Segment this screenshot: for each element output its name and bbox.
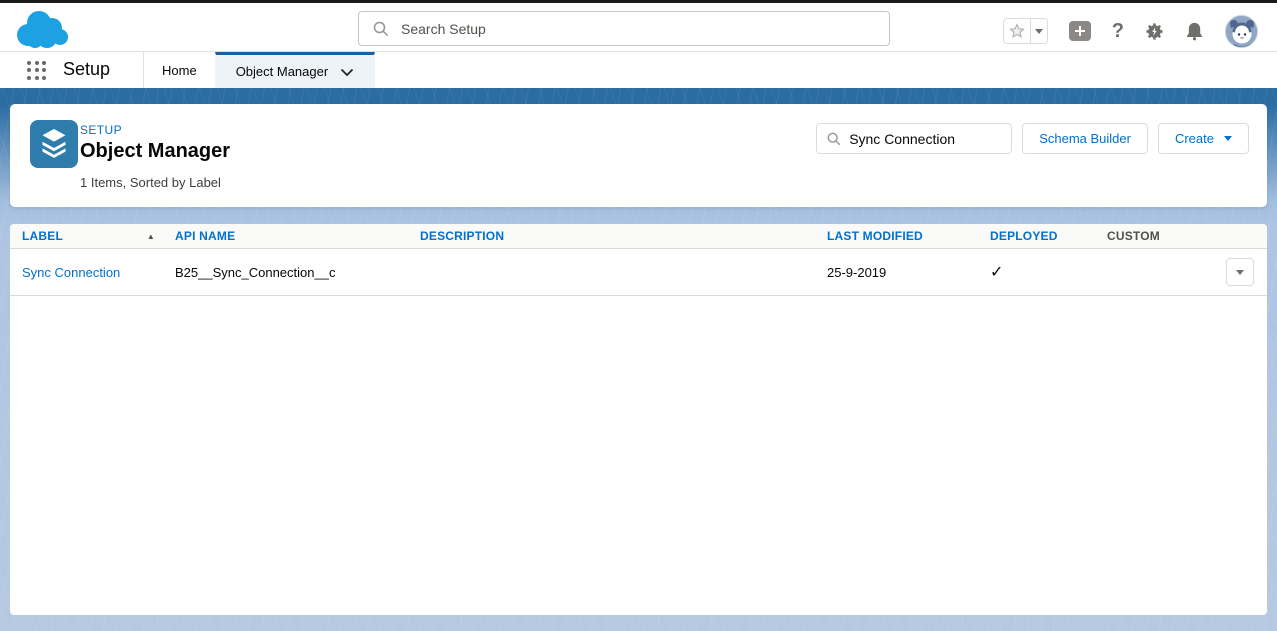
object-manager-icon: [30, 120, 78, 168]
header-actions: ?: [1003, 14, 1258, 48]
cell-deployed: ✓: [978, 262, 1095, 282]
table-row: Sync Connection B25__Sync_Connection__c …: [10, 249, 1267, 296]
table-header-row: LABEL ▲ API NAME DESCRIPTION LAST MODIFI…: [10, 224, 1267, 249]
search-icon: [373, 21, 389, 37]
setup-nav-bar: Setup Home Object Manager: [0, 52, 1277, 88]
layers-stack-icon: [30, 120, 78, 168]
chevron-down-icon: [1236, 270, 1244, 275]
app-name-label: Setup: [63, 52, 110, 88]
global-search[interactable]: [358, 11, 890, 46]
favorites-dropdown-button[interactable]: [1030, 19, 1047, 43]
tab-home[interactable]: Home: [143, 52, 215, 88]
column-header-deployed[interactable]: DEPLOYED: [978, 229, 1095, 243]
cell-last-modified: 25-9-2019: [815, 265, 978, 280]
page-header-card: SETUP Object Manager 1 Items, Sorted by …: [10, 104, 1267, 207]
schema-builder-button[interactable]: Schema Builder: [1022, 123, 1148, 154]
item-count-summary: 1 Items, Sorted by Label: [80, 175, 221, 190]
star-icon: [1009, 23, 1025, 39]
app-launcher-icon[interactable]: [27, 61, 47, 80]
object-link-sync-connection[interactable]: Sync Connection: [22, 265, 120, 280]
page-title: Object Manager: [80, 140, 230, 163]
tab-object-manager-label: Object Manager: [236, 64, 329, 79]
user-avatar[interactable]: [1225, 15, 1258, 48]
create-button-label: Create: [1175, 131, 1214, 146]
favorites-group: [1003, 18, 1048, 44]
chevron-down-icon: [1035, 29, 1043, 34]
astro-avatar-icon: [1226, 16, 1258, 48]
global-search-input[interactable]: [389, 12, 889, 45]
page-header-controls: Schema Builder Create: [816, 123, 1249, 154]
object-table-panel: LABEL ▲ API NAME DESCRIPTION LAST MODIFI…: [10, 224, 1267, 615]
setup-eyebrow-label: SETUP: [80, 123, 122, 137]
favorites-star-button[interactable]: [1004, 19, 1030, 43]
tab-object-manager[interactable]: Object Manager: [215, 52, 376, 88]
column-header-custom: CUSTOM: [1095, 229, 1213, 243]
main-content: SETUP Object Manager 1 Items, Sorted by …: [0, 88, 1277, 631]
help-button[interactable]: ?: [1112, 20, 1124, 43]
create-button[interactable]: Create: [1158, 123, 1249, 154]
quick-create-button[interactable]: [1069, 21, 1091, 41]
column-header-label[interactable]: LABEL ▲: [10, 229, 163, 243]
sort-ascending-icon: ▲: [147, 232, 155, 241]
quick-find-input[interactable]: [841, 124, 1011, 153]
global-header: ?: [0, 3, 1277, 52]
cell-label: Sync Connection: [10, 265, 163, 280]
check-icon: ✓: [990, 264, 1003, 281]
salesforce-logo: [13, 9, 71, 51]
cell-api-name: B25__Sync_Connection__c: [163, 265, 408, 280]
row-actions-button[interactable]: [1226, 258, 1254, 286]
column-header-api-name[interactable]: API NAME: [163, 229, 408, 243]
column-header-last-modified[interactable]: LAST MODIFIED: [815, 229, 978, 243]
gear-icon: [1145, 22, 1164, 41]
setup-gear-button[interactable]: [1145, 22, 1164, 41]
question-mark-icon: ?: [1112, 20, 1124, 43]
plus-icon: [1069, 21, 1091, 41]
notifications-button[interactable]: [1185, 21, 1204, 41]
nav-tabs: Home Object Manager: [143, 52, 375, 88]
column-header-description[interactable]: DESCRIPTION: [408, 229, 815, 243]
chevron-down-icon: [340, 68, 354, 77]
search-icon: [827, 132, 841, 146]
column-label-text: LABEL: [22, 229, 63, 243]
quick-find-box[interactable]: [816, 123, 1012, 154]
chevron-down-icon: [1224, 136, 1232, 141]
bell-icon: [1185, 21, 1204, 41]
